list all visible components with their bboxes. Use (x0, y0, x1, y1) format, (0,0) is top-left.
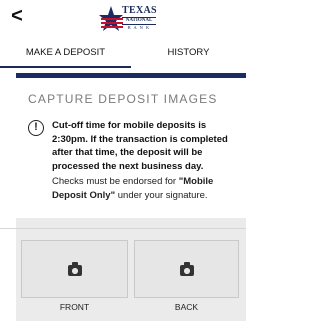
endorse-suffix: under your signature. (115, 189, 208, 201)
capture-info-panel: CAPTURE DEPOSIT IMAGES ! Cut-off time fo… (16, 78, 246, 218)
alert-icon: ! (28, 120, 44, 136)
app-header: < TEXAS NATIONAL B A N K (0, 0, 246, 38)
cutoff-notice: Cut-off time for mobile deposits is 2:30… (52, 120, 228, 172)
active-tab-indicator (0, 66, 131, 68)
camera-icon (67, 262, 82, 276)
front-image-capture-button[interactable] (21, 240, 128, 298)
tab-make-a-deposit[interactable]: MAKE A DEPOSIT (0, 38, 131, 68)
divider (0, 228, 246, 229)
logo-line-texas: TEXAS (122, 5, 157, 16)
back-button[interactable]: < (6, 4, 28, 28)
logo-line-bank: B A N K (127, 25, 151, 30)
front-label: FRONT (59, 302, 90, 312)
tab-history[interactable]: HISTORY (131, 38, 246, 68)
camera-icon (179, 262, 194, 276)
star-flag-icon (99, 6, 123, 31)
section-title: CAPTURE DEPOSIT IMAGES (28, 92, 218, 106)
texas-national-bank-logo: TEXAS NATIONAL B A N K (98, 4, 157, 34)
endorsement-notice: Checks must be endorsed for "Mobile Depo… (52, 175, 242, 202)
back-image-capture-button[interactable] (134, 240, 239, 298)
logo-line-national: NATIONAL (122, 17, 156, 25)
back-label: BACK (174, 302, 199, 312)
endorse-prefix: Checks must be endorsed for (52, 176, 179, 187)
tab-bar: MAKE A DEPOSIT HISTORY (0, 38, 246, 68)
